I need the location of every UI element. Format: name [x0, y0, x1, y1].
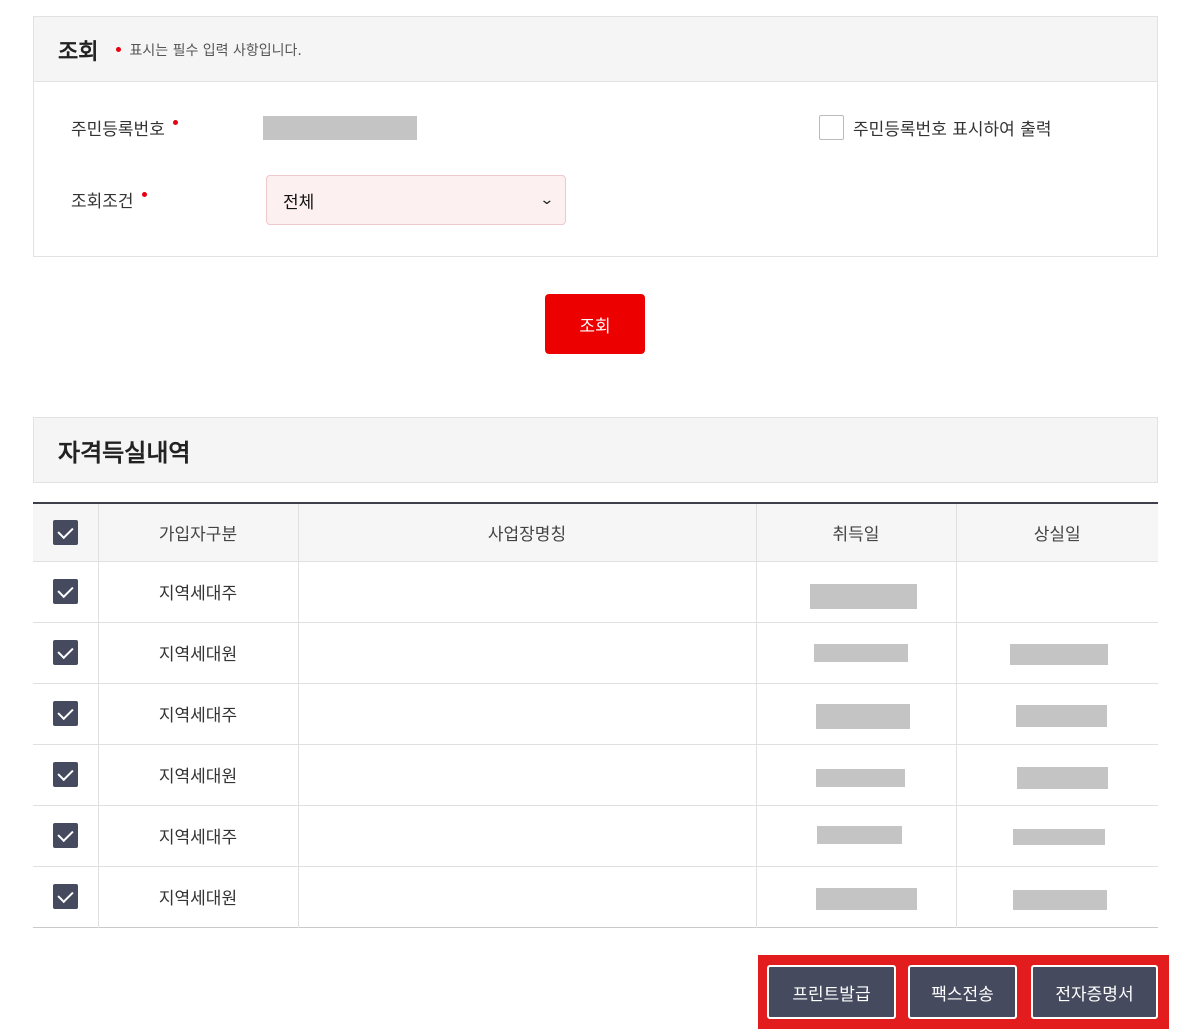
query-form: 주민등록번호 주민등록번호 표시하여 출력 조회조건 전체 ⌄ [33, 81, 1158, 257]
query-section-header: 조회 표시는 필수 입력 사항입니다. [33, 16, 1158, 82]
lost-date-masked [1015, 704, 1107, 727]
row-checkbox[interactable] [52, 701, 78, 726]
row-checkbox[interactable] [52, 884, 78, 909]
show-resident-number-label: 주민등록번호 표시하여 출력 [853, 120, 1052, 140]
select-all-cell [33, 503, 98, 562]
workplace-cell [297, 744, 756, 806]
acquired-date-masked [816, 825, 902, 844]
acquired-date-masked [813, 643, 908, 662]
lost-date-masked [1016, 766, 1108, 789]
select-all-checkbox[interactable] [52, 519, 78, 545]
condition-label-text: 조회조건 [71, 192, 134, 212]
lost-date-masked [1012, 828, 1105, 845]
member-type-cell: 지역세대주 [97, 805, 298, 867]
table-row: 지역세대주 [33, 805, 1158, 867]
acquired-date-cell [755, 622, 956, 684]
lost-date-masked [1009, 643, 1108, 665]
row-select-cell [33, 561, 98, 623]
required-dot-icon [172, 120, 178, 125]
row-checkbox[interactable] [52, 579, 78, 604]
required-dot-icon [116, 47, 122, 52]
show-resident-number-option[interactable]: 주민등록번호 표시하여 출력 [819, 115, 1052, 140]
lost-date-cell [955, 744, 1158, 806]
member-type-cell: 지역세대주 [97, 683, 298, 745]
chevron-down-icon: ⌄ [539, 192, 555, 208]
member-type-cell: 지역세대원 [97, 744, 298, 806]
row-checkbox[interactable] [52, 762, 78, 787]
row-select-cell [33, 683, 98, 745]
lost-date-cell [955, 805, 1158, 867]
member-type-cell: 지역세대주 [97, 561, 298, 623]
workplace-cell [297, 561, 756, 623]
column-header: 가입자구분 [97, 503, 298, 562]
acquired-date-masked [815, 703, 910, 729]
column-header: 상실일 [955, 503, 1158, 562]
table-row: 지역세대원 [33, 744, 1158, 806]
history-title: 자격득실내역 [58, 438, 191, 467]
row-select-cell [33, 744, 98, 806]
condition-select[interactable]: 전체 ⌄ [266, 175, 566, 225]
lost-date-cell [955, 683, 1158, 745]
acquired-date-cell [755, 805, 956, 867]
column-header: 사업장명칭 [297, 503, 756, 562]
acquired-date-cell [755, 683, 956, 745]
resident-number-value-masked [263, 116, 417, 140]
history-table: 가입자구분 사업장명칭 취득일 상실일 지역세대주 지역세대원 지역세대주 지역… [33, 502, 1158, 928]
workplace-cell [297, 622, 756, 684]
acquired-date-cell [755, 744, 956, 806]
member-type-cell: 지역세대원 [97, 622, 298, 684]
column-header: 취득일 [755, 503, 956, 562]
row-select-cell [33, 866, 98, 927]
row-checkbox[interactable] [52, 823, 78, 848]
history-section-header: 자격득실내역 [33, 417, 1158, 483]
required-note-text: 표시는 필수 입력 사항입니다. [129, 42, 302, 59]
table-row: 지역세대주 [33, 561, 1158, 623]
resident-number-label: 주민등록번호 [71, 115, 178, 140]
table-row: 지역세대원 [33, 866, 1158, 927]
action-buttons-group: 프린트발급 팩스전송 전자증명서 [758, 955, 1169, 1029]
table-row: 지역세대주 [33, 683, 1158, 745]
workplace-cell [297, 805, 756, 867]
lost-date-cell [955, 866, 1158, 927]
query-title: 조회 [58, 39, 99, 65]
lost-date-cell [955, 561, 1158, 623]
acquired-date-cell [755, 561, 956, 623]
required-dot-icon [141, 192, 147, 197]
lost-date-masked [1012, 889, 1107, 910]
row-select-cell [33, 805, 98, 867]
acquired-date-masked [815, 768, 905, 787]
print-issue-button[interactable]: 프린트발급 [767, 965, 896, 1019]
row-checkbox[interactable] [52, 640, 78, 665]
condition-select-value: 전체 [283, 192, 315, 213]
table-row: 지역세대원 [33, 622, 1158, 684]
acquired-date-cell [755, 866, 956, 927]
fax-send-button[interactable]: 팩스전송 [908, 965, 1017, 1019]
acquired-date-masked [809, 583, 917, 609]
table-header-row: 가입자구분 사업장명칭 취득일 상실일 [33, 503, 1158, 562]
lost-date-cell [955, 622, 1158, 684]
show-resident-number-checkbox[interactable] [819, 115, 844, 140]
resident-number-label-text: 주민등록번호 [71, 120, 165, 140]
workplace-cell [297, 866, 756, 927]
e-certificate-button[interactable]: 전자증명서 [1031, 965, 1158, 1019]
row-select-cell [33, 622, 98, 684]
workplace-cell [297, 683, 756, 745]
acquired-date-masked [815, 887, 917, 910]
member-type-cell: 지역세대원 [97, 866, 298, 927]
condition-label: 조회조건 [71, 187, 147, 212]
required-note: 표시는 필수 입력 사항입니다. [116, 40, 302, 60]
search-button[interactable]: 조회 [545, 294, 645, 354]
